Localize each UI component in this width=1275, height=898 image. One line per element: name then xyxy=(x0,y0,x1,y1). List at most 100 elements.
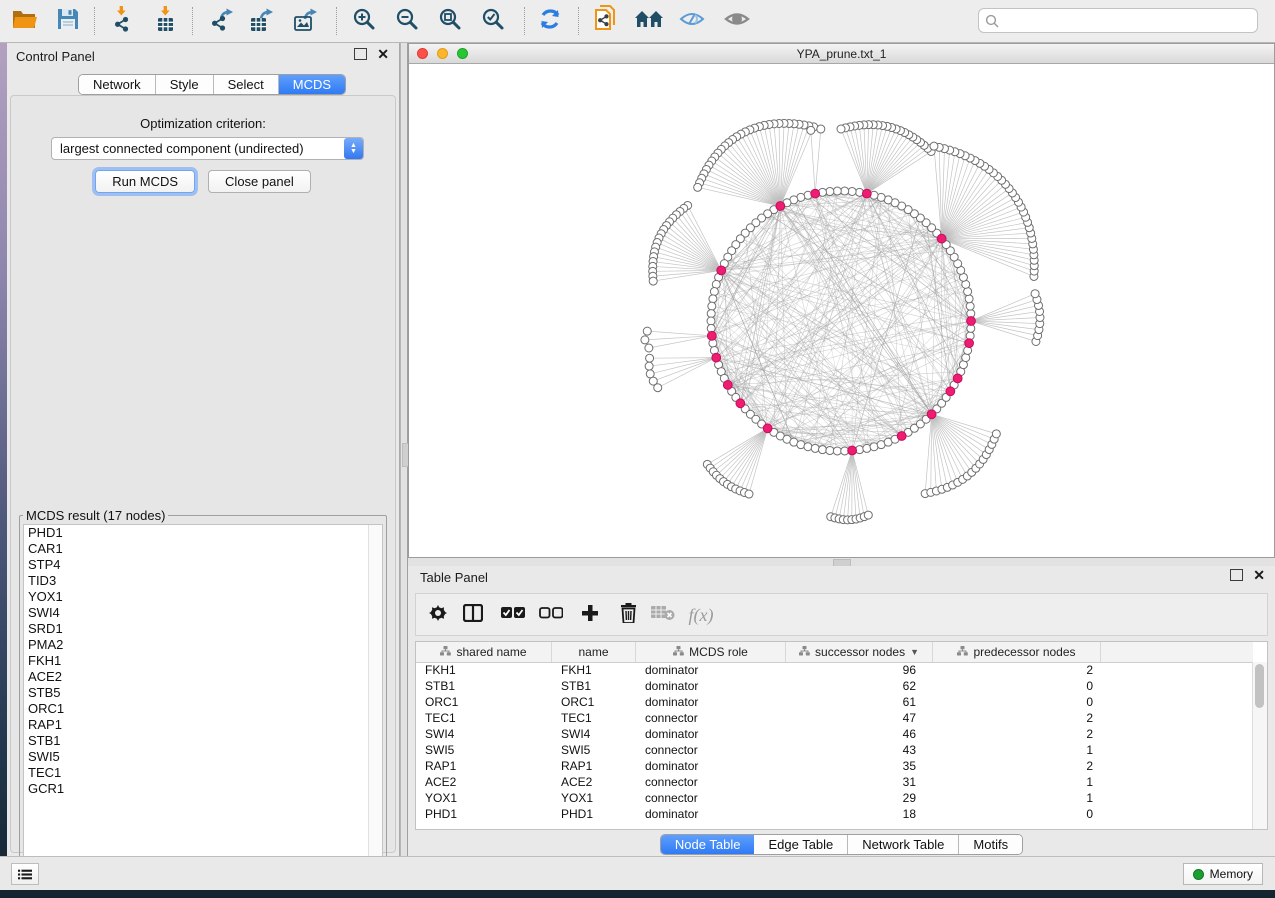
split-panes-button[interactable] xyxy=(457,600,489,630)
column-header-shared-name[interactable]: shared name xyxy=(416,642,552,662)
mcds-result-item[interactable]: YOX1 xyxy=(24,589,382,605)
network-node[interactable] xyxy=(649,277,657,285)
mcds-network-node[interactable] xyxy=(811,189,820,198)
mcds-network-node[interactable] xyxy=(707,331,716,340)
column-header-successor-nodes[interactable]: successor nodes▼ xyxy=(786,642,933,662)
mcds-result-item[interactable]: TEC1 xyxy=(24,765,382,781)
table-row[interactable]: RAP1RAP1dominator352 xyxy=(416,758,1253,774)
mcds-result-item[interactable]: TID3 xyxy=(24,573,382,589)
mcds-network-node[interactable] xyxy=(736,399,745,408)
network-node[interactable] xyxy=(707,310,715,318)
network-node[interactable] xyxy=(707,317,715,325)
mcds-result-item[interactable]: SWI5 xyxy=(24,749,382,765)
network-node[interactable] xyxy=(965,295,973,303)
mcds-result-item[interactable]: ACE2 xyxy=(24,669,382,685)
table-scrollbar[interactable] xyxy=(1252,662,1267,829)
tab-node-table[interactable]: Node Table xyxy=(661,835,755,854)
export-network-button[interactable] xyxy=(205,5,239,37)
deselect-all-check-button[interactable] xyxy=(535,600,567,630)
tab-select[interactable]: Select xyxy=(214,75,279,94)
column-header-predecessor-nodes[interactable]: predecessor nodes xyxy=(933,642,1101,662)
show-details-button[interactable] xyxy=(720,5,754,37)
export-table-button[interactable] xyxy=(245,5,279,37)
network-node[interactable] xyxy=(826,187,834,195)
mcds-network-node[interactable] xyxy=(848,446,857,455)
new-network-from-selection-button[interactable] xyxy=(588,5,622,37)
add-column-button[interactable] xyxy=(574,600,606,630)
table-row[interactable]: ORC1ORC1dominator610 xyxy=(416,694,1253,710)
table-row[interactable]: FKH1FKH1dominator962 xyxy=(416,662,1253,678)
tab-network[interactable]: Network xyxy=(79,75,156,94)
search-box[interactable] xyxy=(978,8,1258,33)
network-node[interactable] xyxy=(646,354,654,362)
table-row[interactable]: STB1STB1dominator620 xyxy=(416,678,1253,694)
network-node[interactable] xyxy=(645,362,653,370)
column-header-name[interactable]: name xyxy=(552,642,636,662)
close-panel-button[interactable]: Close panel xyxy=(208,170,311,193)
network-node[interactable] xyxy=(641,336,649,344)
close-panel-icon[interactable]: ✕ xyxy=(377,49,389,59)
network-node[interactable] xyxy=(848,187,856,195)
mcds-network-node[interactable] xyxy=(897,432,906,441)
network-node[interactable] xyxy=(804,443,812,451)
mcds-network-node[interactable] xyxy=(967,317,976,326)
network-node[interactable] xyxy=(818,446,826,454)
mcds-network-node[interactable] xyxy=(862,189,871,198)
network-node[interactable] xyxy=(745,490,753,498)
select-all-check-button[interactable] xyxy=(497,600,529,630)
scrollbar-thumb[interactable] xyxy=(1255,664,1264,708)
mcds-result-list[interactable]: PHD1CAR1STP4TID3YOX1SWI4SRD1PMA2FKH1ACE2… xyxy=(23,524,383,874)
mcds-network-node[interactable] xyxy=(946,387,955,396)
mcds-list-scrollbar[interactable] xyxy=(368,525,382,873)
table-row[interactable]: PHD1PHD1dominator180 xyxy=(416,806,1253,822)
refresh-layout-button[interactable] xyxy=(533,5,567,37)
network-node[interactable] xyxy=(992,430,1000,438)
network-node[interactable] xyxy=(807,126,815,134)
mcds-network-node[interactable] xyxy=(723,381,732,390)
network-node[interactable] xyxy=(930,142,938,150)
tab-network-table[interactable]: Network Table xyxy=(848,835,959,854)
network-node[interactable] xyxy=(826,447,834,455)
zoom-fit-button[interactable] xyxy=(433,5,467,37)
zoom-in-button[interactable] xyxy=(347,5,381,37)
float-panel-icon[interactable] xyxy=(1230,569,1243,581)
network-node[interactable] xyxy=(817,125,825,133)
memory-button[interactable]: Memory xyxy=(1183,863,1263,885)
mcds-result-item[interactable]: STP4 xyxy=(24,557,382,573)
tab-mcds[interactable]: MCDS xyxy=(279,75,345,94)
save-session-button[interactable] xyxy=(51,5,85,37)
network-node[interactable] xyxy=(966,302,974,310)
network-node[interactable] xyxy=(710,288,718,296)
tab-motifs[interactable]: Motifs xyxy=(959,835,1022,854)
network-node[interactable] xyxy=(833,447,841,455)
mcds-result-item[interactable]: PHD1 xyxy=(24,525,382,541)
task-history-button[interactable] xyxy=(11,863,39,885)
network-window-titlebar[interactable]: YPA_prune.txt_1 xyxy=(409,44,1274,64)
network-node[interactable] xyxy=(708,302,716,310)
mcds-network-node[interactable] xyxy=(953,374,962,383)
network-node[interactable] xyxy=(654,384,662,392)
mcds-network-node[interactable] xyxy=(927,410,936,419)
mcds-network-node[interactable] xyxy=(776,202,785,211)
tab-style[interactable]: Style xyxy=(156,75,214,94)
table-row[interactable]: SWI5SWI5connector431 xyxy=(416,742,1253,758)
network-node[interactable] xyxy=(863,444,871,452)
mcds-network-node[interactable] xyxy=(712,353,721,362)
column-header-MCDS-role[interactable]: MCDS role xyxy=(636,642,786,662)
run-mcds-button[interactable]: Run MCDS xyxy=(95,170,195,193)
mcds-result-item[interactable]: SWI4 xyxy=(24,605,382,621)
table-row[interactable]: ACE2ACE2connector311 xyxy=(416,774,1253,790)
network-canvas[interactable] xyxy=(409,63,1274,557)
export-image-button[interactable] xyxy=(289,5,323,37)
table-row[interactable]: TEC1TEC1connector472 xyxy=(416,710,1253,726)
mcds-result-item[interactable]: RAP1 xyxy=(24,717,382,733)
network-node[interactable] xyxy=(643,327,651,335)
mcds-result-item[interactable]: STB1 xyxy=(24,733,382,749)
network-node[interactable] xyxy=(864,511,872,519)
float-panel-icon[interactable] xyxy=(354,48,367,60)
mcds-network-node[interactable] xyxy=(965,339,974,348)
mcds-result-item[interactable]: GCR1 xyxy=(24,781,382,797)
zoom-out-button[interactable] xyxy=(390,5,424,37)
mcds-result-item[interactable]: FKH1 xyxy=(24,653,382,669)
import-table-button[interactable] xyxy=(149,5,183,37)
